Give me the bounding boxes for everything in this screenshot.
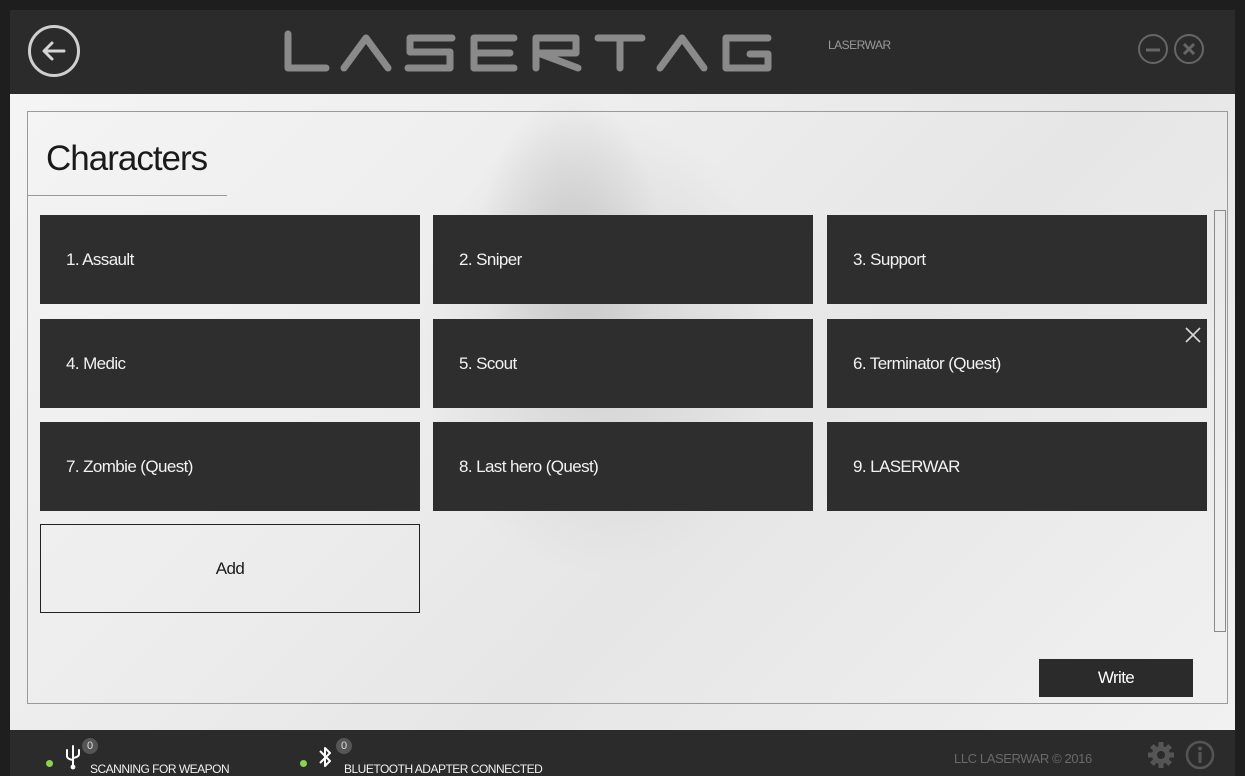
close-icon (1182, 42, 1196, 56)
main-background (10, 94, 1235, 730)
character-label: 7. Zombie (Quest) (66, 457, 193, 476)
bluetooth-icon (319, 747, 331, 767)
character-card-5[interactable]: 5. Scout (433, 319, 813, 408)
minimize-button[interactable] (1138, 34, 1168, 64)
logo-subtitle: LASERWAR (828, 38, 891, 52)
add-character-button[interactable]: Add (40, 524, 420, 613)
add-label: Add (215, 559, 245, 578)
page-title: Characters (46, 139, 208, 178)
character-card-7[interactable]: 7. Zombie (Quest) (40, 422, 420, 511)
minimize-icon (1146, 48, 1160, 52)
delete-character-icon[interactable] (1183, 325, 1203, 345)
usb-count-badge: 0 (82, 738, 98, 754)
copyright-text: LLC LASERWAR © 2016 (954, 751, 1092, 766)
character-card-9[interactable]: 9. LASERWAR (827, 422, 1207, 511)
character-label: 4. Medic (66, 354, 126, 373)
settings-gear-icon[interactable] (1146, 740, 1176, 770)
lasertag-logo (284, 30, 772, 72)
character-card-3[interactable]: 3. Support (827, 215, 1207, 304)
bluetooth-status-text: BLUETOOTH ADAPTER CONNECTED (344, 762, 543, 776)
status-bar: 0 SCANNING FOR WEAPON 0 BLUETOOTH ADAPTE… (10, 730, 1235, 776)
bluetooth-count-badge: 0 (336, 738, 352, 754)
character-label: 1. Assault (66, 250, 134, 269)
character-label: 3. Support (853, 250, 926, 269)
character-label: 8. Last hero (Quest) (459, 457, 599, 476)
bluetooth-status-indicator (300, 760, 307, 767)
character-label: 9. LASERWAR (853, 457, 960, 476)
usb-status-indicator (46, 760, 53, 767)
character-label: 5. Scout (459, 354, 517, 373)
character-label: 2. Sniper (459, 250, 522, 269)
title-divider (27, 195, 227, 196)
title-bar: LASERWAR (10, 10, 1235, 94)
scrollbar[interactable] (1214, 210, 1226, 632)
back-arrow-icon (42, 41, 66, 61)
character-card-6[interactable]: 6. Terminator (Quest) (827, 319, 1207, 408)
write-button[interactable]: Write (1039, 659, 1193, 697)
character-card-2[interactable]: 2. Sniper (433, 215, 813, 304)
character-card-8[interactable]: 8. Last hero (Quest) (433, 422, 813, 511)
character-card-1[interactable]: 1. Assault (40, 215, 420, 304)
close-window-button[interactable] (1174, 34, 1204, 64)
usb-status-text: SCANNING FOR WEAPON (90, 762, 230, 776)
character-card-4[interactable]: 4. Medic (40, 319, 420, 408)
character-label: 6. Terminator (Quest) (853, 354, 1001, 373)
usb-icon (66, 745, 80, 770)
back-button[interactable] (28, 25, 80, 77)
info-icon[interactable] (1184, 739, 1216, 771)
